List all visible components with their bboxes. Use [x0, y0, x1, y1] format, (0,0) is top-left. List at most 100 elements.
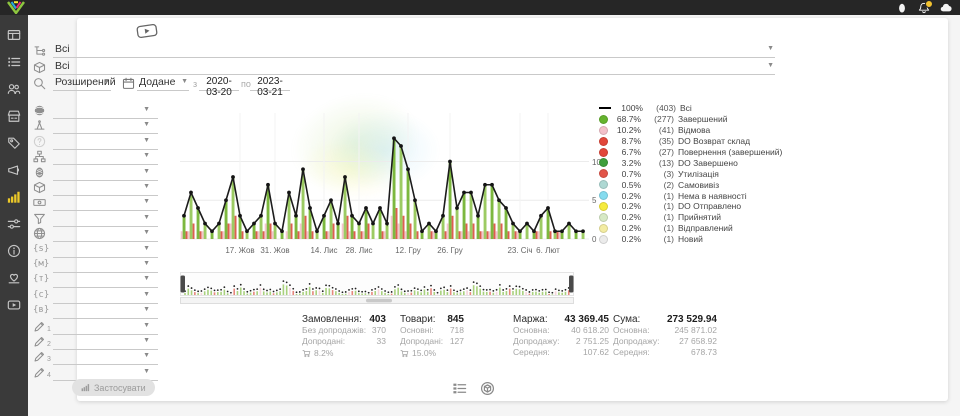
payment-select[interactable]: ▼: [53, 195, 158, 211]
chevron-down-icon: ▼: [143, 368, 150, 375]
status-funnel-select[interactable]: ▼: [53, 211, 158, 227]
apply-button-label: Застосувати: [94, 383, 146, 393]
legend-percent: 0.2%: [612, 234, 641, 244]
sidebar-item-orders[interactable]: [0, 48, 28, 75]
legend-dot-swatch: [599, 224, 608, 233]
legend-percent: 0.2%: [612, 201, 641, 211]
sphere-icon: [33, 104, 46, 117]
chart-navigator[interactable]: [180, 272, 574, 305]
main-chart[interactable]: [180, 101, 589, 241]
date-to-input[interactable]: 2023-03-21: [250, 76, 290, 91]
legend-item[interactable]: 0.5%(2)Самовивіз: [599, 179, 789, 190]
legend-count: (277): [644, 114, 674, 124]
legend-dot-swatch: [599, 137, 608, 146]
legend-item[interactable]: 0.2%(1)Відправлений: [599, 223, 789, 234]
chevron-down-icon: ▼: [143, 214, 150, 221]
topbar-actions: [896, 0, 952, 15]
x-tick-label: 26. Гру: [437, 246, 463, 255]
sidebar: [0, 15, 28, 416]
box-icon: [33, 181, 46, 194]
var-b-select[interactable]: ▼: [53, 303, 158, 319]
help-select[interactable]: ▼: [53, 134, 158, 150]
sidebar-item-dashboard[interactable]: [0, 21, 28, 48]
date-type-select[interactable]: Додане ▼: [137, 75, 189, 91]
legend-percent: 6.7%: [612, 147, 641, 157]
pencil-number: 3: [47, 356, 51, 363]
category-select[interactable]: Всі ▼: [53, 42, 775, 58]
app-logo-icon[interactable]: [6, 1, 26, 14]
legend-item[interactable]: 0.2%(1)Новий: [599, 234, 789, 245]
legend-label: DO Отправлено: [678, 201, 741, 211]
legend-percent: 0.2%: [612, 212, 641, 222]
stat-title: Замовлення:: [302, 314, 362, 325]
legend-percent: 10.2%: [612, 125, 641, 135]
legend-item[interactable]: 3.2%(13)DO Завершено: [599, 157, 789, 168]
sidebar-item-info[interactable]: [0, 237, 28, 264]
structure-select[interactable]: ▼: [53, 149, 158, 165]
custom-field-2-select[interactable]: ▼: [53, 334, 158, 350]
search-icon: [33, 77, 46, 90]
chevron-down-icon: ▼: [143, 275, 150, 282]
var-s-select[interactable]: ▼: [53, 242, 158, 258]
notifications-bell-icon[interactable]: [918, 2, 930, 14]
var-c-select[interactable]: ▼: [53, 288, 158, 304]
sidebar-item-promotions[interactable]: [0, 129, 28, 156]
legend-item[interactable]: 0.2%(1) DO Отправлено: [599, 201, 789, 212]
legend-dot-swatch: [599, 158, 608, 167]
legend-label: Відправлений: [678, 223, 733, 233]
legend-count: (1): [644, 201, 674, 211]
legend-item[interactable]: 8.7%(35)DO Возврат склад: [599, 136, 789, 147]
legend-item[interactable]: 0.7%(3)Утилізація: [599, 168, 789, 179]
legend-count: (1): [644, 234, 674, 244]
sidebar-item-store[interactable]: [0, 102, 28, 129]
list-view-toggle[interactable]: [452, 381, 467, 396]
var-m-select[interactable]: ▼: [53, 257, 158, 273]
product-select[interactable]: Всі ▼: [53, 59, 775, 75]
stat-column-goods: Товари:845Основні:718Допродані:12715.0%: [400, 314, 464, 359]
product-view-toggle[interactable]: [480, 381, 495, 396]
sphere-select[interactable]: ▼: [53, 103, 158, 119]
date-from-input[interactable]: 2020-03-20: [199, 76, 239, 91]
sitemap-icon: [33, 150, 46, 163]
summary-stats: Замовлення:403Без допродажів:370Допродан…: [302, 314, 732, 374]
product-select-value: Всі: [55, 60, 70, 72]
legend-item[interactable]: 0.2%(1)Прийнятий: [599, 212, 789, 223]
product-select[interactable]: ▼: [53, 180, 158, 196]
legend-count: (1): [644, 212, 674, 222]
fingerprint-select[interactable]: ▼: [53, 165, 158, 181]
legend-item[interactable]: 6.7%(27)Повернення (завершений): [599, 147, 789, 158]
legend-item[interactable]: 0.2%(1)Нема в наявності: [599, 190, 789, 201]
sidebar-item-analytics[interactable]: [0, 183, 28, 210]
sliders-icon: [7, 217, 21, 231]
var-t-select[interactable]: ▼: [53, 272, 158, 288]
legend-label: Повернення (завершений): [678, 147, 782, 157]
date-type-value: Додане: [139, 76, 175, 88]
sidebar-item-settings[interactable]: [0, 210, 28, 237]
legend-line-swatch: [599, 107, 611, 109]
legend-label: Відмова: [678, 125, 710, 135]
legend-item[interactable]: 10.2%(41)Відмова: [599, 125, 789, 136]
legend-item[interactable]: 100%(403)Всі: [599, 103, 789, 114]
legend-count: (403): [646, 103, 676, 113]
region-select[interactable]: ▼: [53, 226, 158, 242]
legend-dot-swatch: [599, 180, 608, 189]
legend-label: Нема в наявності: [678, 191, 747, 201]
custom-field-3-select[interactable]: ▼: [53, 349, 158, 365]
calendar-icon: [122, 77, 135, 90]
sidebar-item-support[interactable]: [0, 264, 28, 291]
sidebar-item-clients[interactable]: [0, 75, 28, 102]
legend-item[interactable]: 68.7%(277)Завершений: [599, 114, 789, 125]
sidebar-item-video-tutorials[interactable]: [0, 291, 28, 318]
apply-button[interactable]: Застосувати: [72, 379, 155, 396]
sidebar-item-marketing[interactable]: [0, 156, 28, 183]
custom-field-1-select[interactable]: ▼: [53, 319, 158, 335]
scale-select[interactable]: ▼: [53, 118, 158, 134]
search-mode-select[interactable]: Розширений ▼: [53, 75, 111, 91]
cloud-icon[interactable]: [940, 2, 952, 14]
stat-sub-label: Допродажу:: [513, 336, 560, 347]
x-tick-label: 17. Жов: [225, 246, 254, 255]
chevron-down-icon: ▼: [143, 229, 150, 236]
x-tick-label: 6. Лют: [536, 246, 560, 255]
chevron-down-icon: ▼: [143, 322, 150, 329]
user-icon[interactable]: [896, 2, 908, 14]
